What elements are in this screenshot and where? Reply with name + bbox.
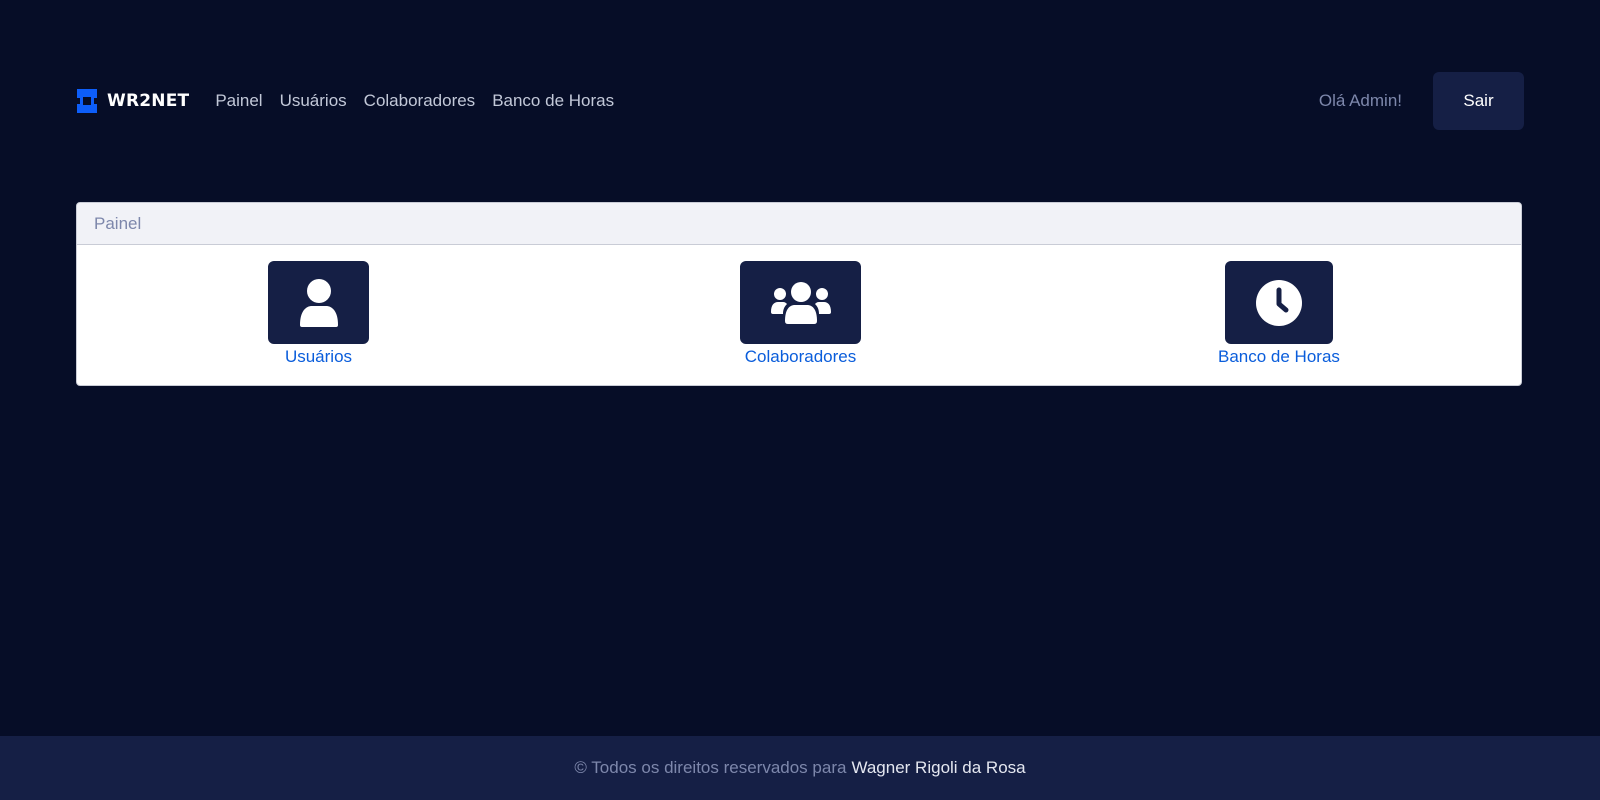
tile-banco-de-horas[interactable]: Banco de Horas <box>1218 261 1340 367</box>
tile-usuarios[interactable]: Usuários <box>268 261 369 367</box>
brand-name: WR2NET <box>107 91 190 111</box>
tile-icon-box <box>268 261 369 344</box>
tile-label: Usuários <box>284 347 353 366</box>
tile-label: Banco de Horas <box>1218 347 1340 366</box>
nav-links: Painel Usuários Colaboradores Banco de H… <box>215 91 631 111</box>
page: WR2NET Painel Usuários Colaboradores Ban… <box>0 0 1600 800</box>
tile-icon-box <box>1224 261 1333 344</box>
wr2net-logo-icon <box>77 89 97 113</box>
footer-copyright: © Todos os direitos reservados para <box>574 758 847 777</box>
tile-colaboradores[interactable]: Colaboradores <box>740 261 861 367</box>
tile-label: Colaboradores <box>744 347 857 366</box>
user-icon <box>299 278 338 327</box>
brand-link[interactable]: WR2NET <box>77 89 189 113</box>
panel-card-header: Painel <box>77 203 1521 245</box>
nav-link-usuarios[interactable]: Usuários <box>280 91 347 111</box>
nav-link-painel[interactable]: Painel <box>215 91 262 111</box>
nav-link-banco-de-horas[interactable]: Banco de Horas <box>492 91 614 111</box>
tile-icon-box <box>740 261 861 344</box>
footer: © Todos os direitos reservados para Wagn… <box>0 736 1600 800</box>
users-group-icon <box>770 281 831 324</box>
footer-author: Wagner Rigoli da Rosa <box>851 758 1026 777</box>
clock-icon <box>1255 279 1302 326</box>
nav-link-colaboradores[interactable]: Colaboradores <box>364 91 476 111</box>
panel-card: Painel Usuários Colaboradores Banco de H… <box>76 202 1522 386</box>
user-greeting: Olá Admin! <box>1318 91 1402 110</box>
panel-card-body: Usuários Colaboradores Banco de Horas <box>77 245 1521 385</box>
nav-user-area: Olá Admin! Sair <box>1319 72 1524 130</box>
logout-button[interactable]: Sair <box>1433 72 1524 130</box>
navbar: WR2NET Painel Usuários Colaboradores Ban… <box>77 72 1524 130</box>
